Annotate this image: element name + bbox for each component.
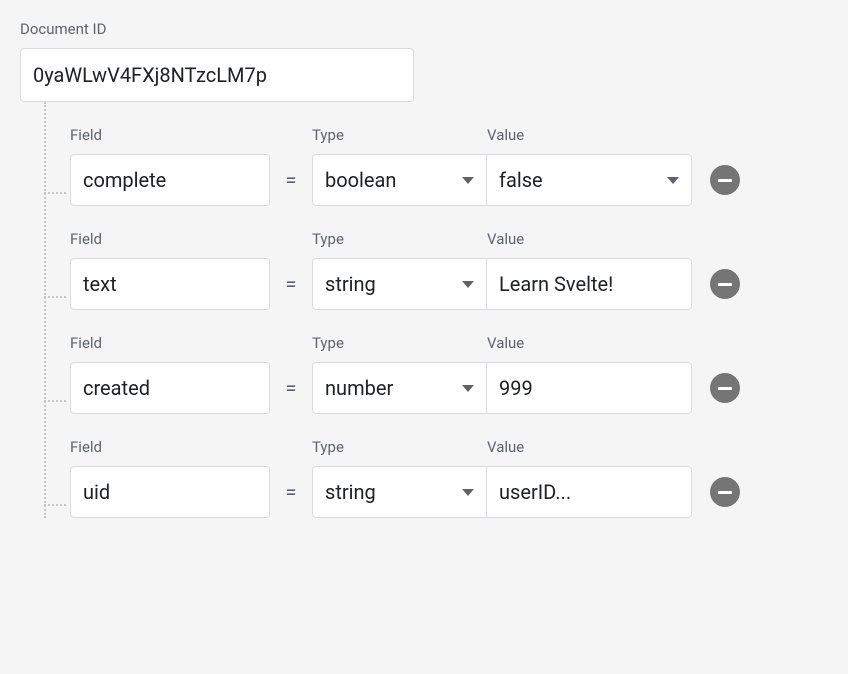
value-input[interactable]: 999 [487,362,692,414]
field-name-value: complete [83,168,257,192]
field-row-labels: Field TypeValue [70,334,828,352]
type-select[interactable]: boolean [312,154,487,206]
chevron-down-icon [462,177,474,184]
remove-field-button[interactable] [710,477,740,507]
value-header: Value [487,438,692,456]
field-header: Field [70,438,270,456]
field-name-input[interactable]: complete [70,154,270,206]
field-row: Field TypeValue complete = boolean false [44,126,828,206]
type-header: Type [312,438,487,456]
chevron-down-icon [462,281,474,288]
value-header: Value [487,230,692,248]
field-row-controls: uid = string userID... [70,466,828,518]
field-name-value: text [83,272,257,296]
type-value: string [325,272,454,296]
field-row: Field TypeValue created = number 999 [44,334,828,414]
field-row-labels: Field TypeValue [70,438,828,456]
type-select[interactable]: number [312,362,487,414]
field-name-input[interactable]: created [70,362,270,414]
equals-sign: = [270,272,312,296]
value-header: Value [487,126,692,144]
type-value: boolean [325,168,454,192]
value-select[interactable]: false [487,154,692,206]
type-select[interactable]: string [312,258,487,310]
equals-sign: = [270,376,312,400]
equals-sign: = [270,480,312,504]
equals-sign: = [270,168,312,192]
field-row-controls: created = number 999 [70,362,828,414]
field-name-value: created [83,376,257,400]
value-input[interactable]: userID... [487,466,692,518]
field-header: Field [70,126,270,144]
field-row-controls: complete = boolean false [70,154,828,206]
chevron-down-icon [667,177,679,184]
type-select[interactable]: string [312,466,487,518]
field-row: Field TypeValue uid = string userID... [44,438,828,518]
document-id-label: Document ID [20,20,828,38]
value-text: false [499,168,659,192]
type-value: number [325,376,454,400]
value-header: Value [487,334,692,352]
type-value: string [325,480,454,504]
chevron-down-icon [462,385,474,392]
field-row-labels: Field TypeValue [70,126,828,144]
field-row-labels: Field TypeValue [70,230,828,248]
field-header: Field [70,230,270,248]
document-id-input[interactable]: 0yaWLwV4FXj8NTzcLM7p [20,48,414,102]
value-text: 999 [499,376,679,400]
type-header: Type [312,334,487,352]
value-input[interactable]: Learn Svelte! [487,258,692,310]
remove-field-button[interactable] [710,373,740,403]
field-name-value: uid [83,480,257,504]
type-header: Type [312,230,487,248]
remove-field-button[interactable] [710,269,740,299]
type-header: Type [312,126,487,144]
document-id-value: 0yaWLwV4FXj8NTzcLM7p [33,63,401,87]
value-text: Learn Svelte! [499,272,679,296]
value-text: userID... [499,480,679,504]
field-row: Field TypeValue text = string Learn Svelte! [44,230,828,310]
chevron-down-icon [462,489,474,496]
remove-field-button[interactable] [710,165,740,195]
field-name-input[interactable]: uid [70,466,270,518]
field-row-controls: text = string Learn Svelte! [70,258,828,310]
field-name-input[interactable]: text [70,258,270,310]
field-header: Field [70,334,270,352]
